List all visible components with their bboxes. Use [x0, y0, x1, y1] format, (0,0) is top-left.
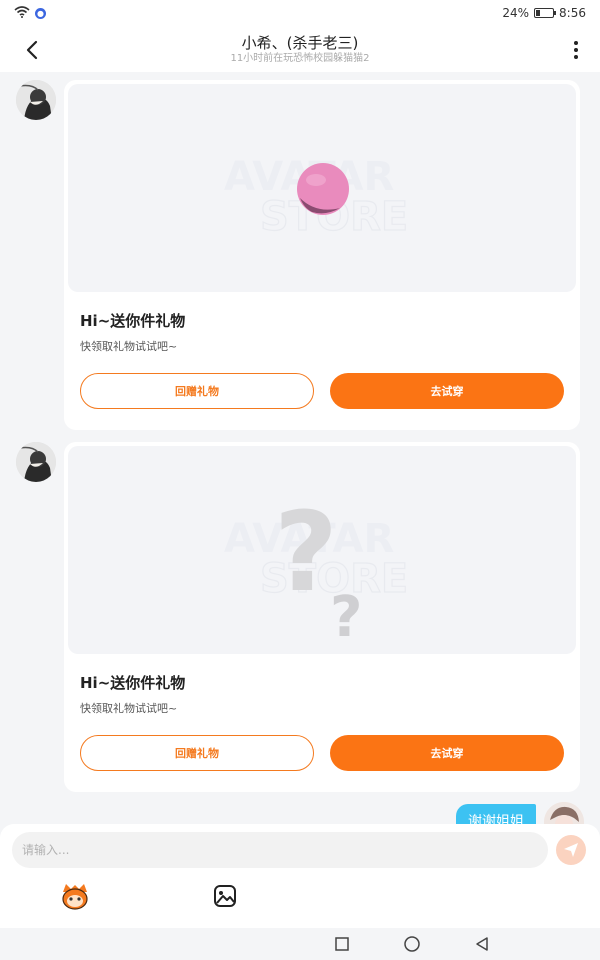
chat-area[interactable]: AVATAR STORE Hi~送你件礼物 快领取礼物试试吧~ 回赠礼物 去试穿 [0, 72, 600, 824]
try-on-button[interactable]: 去试穿 [330, 373, 564, 409]
pink-ball-icon [297, 163, 349, 215]
back-button[interactable] [18, 36, 46, 64]
question-mark-icon: ? ? [274, 488, 362, 646]
battery-icon [534, 8, 557, 18]
gift-description: 快领取礼物试试吧~ [80, 340, 178, 353]
gift-card[interactable]: AVATAR STORE Hi~送你件礼物 快领取礼物试试吧~ 回赠礼物 去试穿 [64, 80, 580, 430]
system-nav-bar [0, 928, 600, 960]
gift-image: AVATAR STORE ? ? [68, 446, 576, 654]
gift-description: 快领取礼物试试吧~ [80, 702, 178, 715]
image-picker-icon [214, 885, 236, 907]
return-gift-button[interactable]: 回赠礼物 [80, 735, 314, 771]
square-icon [335, 937, 349, 951]
emoji-button[interactable] [60, 882, 90, 910]
svg-text:?: ? [274, 488, 338, 616]
contact-status: 11小时前在玩恐怖校园躲猫猫2 [230, 53, 370, 64]
gift-image: AVATAR STORE [68, 84, 576, 292]
title-block: 小希、(杀手老三) 11小时前在玩恐怖校园躲猫猫2 [230, 33, 369, 65]
image-button[interactable] [212, 883, 238, 909]
send-icon [564, 843, 578, 857]
back-nav-button[interactable] [472, 934, 492, 954]
send-button[interactable] [556, 835, 586, 865]
outgoing-message-bubble[interactable]: 谢谢姐姐 [456, 804, 536, 824]
svg-text:?: ? [330, 585, 362, 646]
clock: 8:56 [559, 6, 586, 20]
sender-avatar[interactable] [16, 80, 56, 120]
more-vertical-icon [574, 41, 578, 59]
input-panel [0, 824, 600, 928]
mascot-emoji-icon [62, 884, 88, 910]
triangle-back-icon [476, 937, 488, 951]
message-input[interactable] [12, 832, 548, 868]
gift-title: Hi~送你件礼物 [80, 674, 186, 692]
return-gift-button[interactable]: 回赠礼物 [80, 373, 314, 409]
gift-title: Hi~送你件礼物 [80, 312, 186, 330]
status-right: 24% 8:56 [502, 6, 586, 20]
gift-card[interactable]: AVATAR STORE ? ? Hi~送你件礼物 快领取礼物试试吧~ 回赠礼物… [64, 442, 580, 792]
circle-icon [404, 936, 420, 952]
battery-percent: 24% [502, 6, 530, 20]
status-bar: ● 24% 8:56 [0, 0, 600, 26]
battery-fill [536, 10, 540, 16]
chat-header: 小希、(杀手老三) 11小时前在玩恐怖校园躲猫猫2 [0, 26, 600, 72]
back-arrow-icon [26, 40, 38, 60]
contact-name: 小希、(杀手老三) [241, 34, 359, 52]
wifi-icon [14, 5, 30, 21]
recent-apps-button[interactable] [332, 934, 352, 954]
status-left: ● [14, 5, 46, 21]
app-badge-icon: ● [35, 7, 46, 19]
more-button[interactable] [566, 36, 586, 64]
sender-avatar[interactable] [16, 442, 56, 482]
home-button[interactable] [402, 934, 422, 954]
self-avatar[interactable] [544, 802, 584, 824]
try-on-button[interactable]: 去试穿 [330, 735, 564, 771]
